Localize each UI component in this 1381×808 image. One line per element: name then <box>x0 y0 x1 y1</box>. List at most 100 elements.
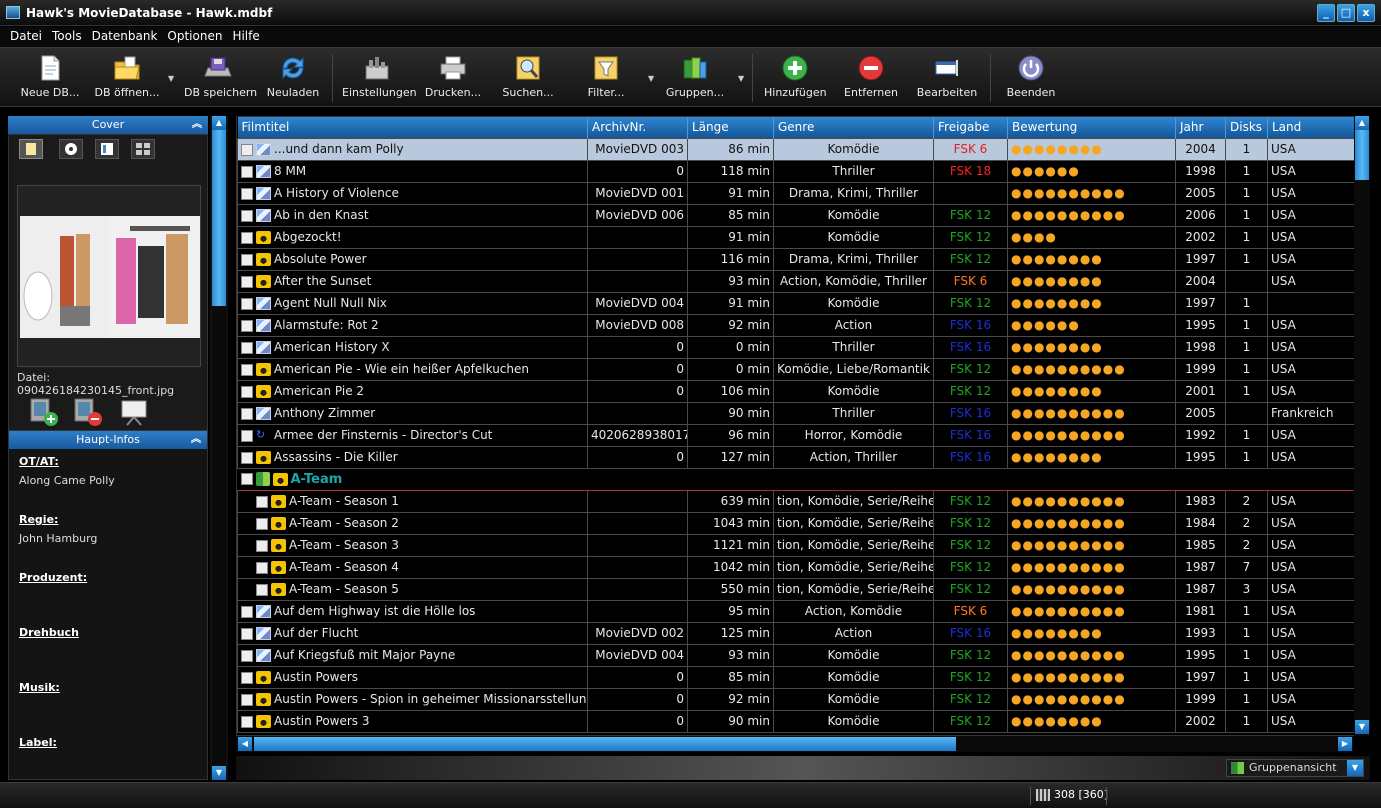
row-checkbox[interactable] <box>241 275 253 288</box>
row-checkbox[interactable] <box>241 627 253 640</box>
table-row[interactable]: Agent Null Null Nix MovieDVD 004 91 min Kom… <box>237 291 1356 315</box>
table-row[interactable]: Austin Powers 0 85 min Komödie FSK 12 ●●●●●●●… <box>237 665 1356 689</box>
scroll-up-icon[interactable]: ▲ <box>212 116 226 130</box>
scroll-up-icon[interactable]: ▲ <box>1355 116 1369 130</box>
cover-disc-tab[interactable] <box>59 139 83 159</box>
table-row[interactable]: Austin Powers - Spion in geheimer Missio… <box>237 687 1356 711</box>
col-header-genre[interactable]: Genre <box>773 117 934 138</box>
row-checkbox[interactable] <box>241 231 253 244</box>
row-checkbox[interactable] <box>241 385 253 398</box>
grid-horizontal-scrollbar[interactable]: ◀ ▶ <box>236 736 1354 752</box>
collapse-chevron-icon[interactable]: ︽ <box>191 431 201 449</box>
scroll-down-icon[interactable]: ▼ <box>1355 720 1369 734</box>
table-row[interactable]: ↻ Armee der Finsternis - Director's Cut 40… <box>237 423 1356 447</box>
row-checkbox[interactable] <box>241 165 253 178</box>
table-row[interactable]: 8 MM 0 118 min Thriller FSK 18 ●●●●●● 1998 1 USA <box>237 159 1356 183</box>
row-checkbox[interactable] <box>256 561 268 574</box>
remove-cover-button[interactable] <box>73 397 103 427</box>
add-cover-button[interactable] <box>29 397 59 427</box>
col-header-disks[interactable]: Disks <box>1225 117 1268 138</box>
table-row[interactable]: Abgezockt! 91 min Komödie FSK 12 ●●●● 2002 1 US… <box>237 225 1356 249</box>
view-mode-select[interactable]: Gruppenansicht ▼ <box>1226 759 1364 777</box>
print-button[interactable]: Drucken... <box>424 54 482 104</box>
row-checkbox[interactable] <box>241 297 253 310</box>
row-checkbox[interactable] <box>256 539 268 552</box>
groups-dropdown-icon[interactable]: ▼ <box>738 74 744 83</box>
row-checkbox[interactable] <box>241 209 253 222</box>
table-row[interactable]: American Pie - Wie ein heißer Apfelkuche… <box>237 357 1356 381</box>
open-db-button[interactable]: DB öffnen... <box>94 54 160 104</box>
row-checkbox[interactable] <box>241 187 253 200</box>
slideshow-button[interactable] <box>119 397 149 427</box>
filter-dropdown-icon[interactable]: ▼ <box>648 74 654 83</box>
row-checkbox[interactable] <box>241 715 253 728</box>
scroll-left-icon[interactable]: ◀ <box>238 737 252 751</box>
table-row[interactable]: Ab in den Knast MovieDVD 006 85 min Komödie… <box>237 203 1356 227</box>
table-row[interactable]: Assassins - Die Killer 0 127 min Action, Th… <box>237 445 1356 469</box>
table-row[interactable]: A-Team - Season 1 639 min tion, Komödie, S… <box>237 489 1356 513</box>
table-row[interactable]: Absolute Power 116 min Drama, Krimi, Thril… <box>237 247 1356 271</box>
table-row[interactable]: Auf der Flucht MovieDVD 002 125 min Action F… <box>237 621 1356 645</box>
cover-grid-tab[interactable] <box>131 139 155 159</box>
row-checkbox[interactable] <box>241 605 253 618</box>
table-row[interactable]: American History X 00 min Thriller FSK 16 ●●… <box>237 335 1356 359</box>
groups-button[interactable]: Gruppen... <box>664 54 726 104</box>
col-header-archiv[interactable]: ArchivNr. <box>587 117 688 138</box>
row-checkbox[interactable] <box>241 143 253 156</box>
cover-panel-header[interactable]: Cover ︽ <box>8 116 208 134</box>
col-header-title[interactable]: Filmtitel <box>237 117 588 138</box>
new-db-button[interactable]: Neue DB... <box>20 54 80 104</box>
minimize-button[interactable]: _ <box>1317 4 1335 22</box>
cover-front-tab[interactable] <box>19 139 43 159</box>
row-checkbox[interactable] <box>241 341 253 354</box>
table-row[interactable]: After the Sunset 93 min Action, Komödie, T… <box>237 269 1356 293</box>
main-info-header[interactable]: Haupt-Infos ︽ <box>9 431 207 449</box>
row-checkbox[interactable] <box>256 583 268 596</box>
close-button[interactable]: x <box>1357 4 1375 22</box>
open-db-dropdown-icon[interactable]: ▼ <box>168 74 174 83</box>
menu-datei[interactable]: Datei <box>0 27 47 45</box>
menu-hilfe[interactable]: Hilfe <box>227 27 264 45</box>
left-panel-scrollbar[interactable]: ▲ ▼ <box>210 116 228 780</box>
scroll-right-icon[interactable]: ▶ <box>1338 737 1352 751</box>
group-row[interactable]: A-Team <box>237 467 1356 491</box>
row-checkbox[interactable] <box>240 473 253 485</box>
table-row[interactable]: A-Team - Season 5 550 min tion, Komödie, S… <box>237 577 1356 601</box>
row-checkbox[interactable] <box>241 451 253 464</box>
menu-datenbank[interactable]: Datenbank <box>87 27 163 45</box>
menu-optionen[interactable]: Optionen <box>162 27 227 45</box>
table-row[interactable]: Anthony Zimmer 90 min Thriller FSK 16 ●●●●●●… <box>237 401 1356 425</box>
add-button[interactable]: Hinzufügen <box>764 54 827 104</box>
row-checkbox[interactable] <box>241 319 253 332</box>
cover-back-tab[interactable] <box>95 139 119 159</box>
col-header-country[interactable]: Land <box>1267 117 1356 138</box>
table-row[interactable]: American Pie 2 0 106 min Komödie FSK 12 ●●●●●… <box>237 379 1356 403</box>
save-db-button[interactable]: DB speichern <box>184 54 257 104</box>
scroll-thumb[interactable] <box>212 130 226 306</box>
quit-button[interactable]: Beenden <box>1004 54 1058 104</box>
table-row[interactable]: A-Team - Season 2 1043 min tion, Komödie, … <box>237 511 1356 535</box>
col-header-rating[interactable]: Bewertung <box>1007 117 1176 138</box>
row-checkbox[interactable] <box>256 517 268 530</box>
row-checkbox[interactable] <box>256 495 268 508</box>
table-row[interactable]: A-Team - Season 3 1121 min tion, Komödie, … <box>237 533 1356 557</box>
row-checkbox[interactable] <box>241 363 253 376</box>
settings-button[interactable]: Einstellungen <box>342 54 417 104</box>
scroll-down-icon[interactable]: ▼ <box>212 766 226 780</box>
row-checkbox[interactable] <box>241 429 253 442</box>
edit-button[interactable]: Bearbeiten <box>916 54 978 104</box>
remove-button[interactable]: Entfernen <box>842 54 900 104</box>
row-checkbox[interactable] <box>241 649 253 662</box>
table-row[interactable]: Auf Kriegsfuß mit Major Payne MovieDVD 00… <box>237 643 1356 667</box>
collapse-chevron-icon[interactable]: ︽ <box>192 116 202 134</box>
table-row[interactable]: ...und dann kam Polly MovieDVD 003 86 min K… <box>237 137 1356 161</box>
row-checkbox[interactable] <box>241 253 253 266</box>
table-row[interactable]: Auf dem Highway ist die Hölle los 95 min A… <box>237 599 1356 623</box>
menu-tools[interactable]: Tools <box>47 27 87 45</box>
table-row[interactable]: A History of Violence MovieDVD 001 91 min D… <box>237 181 1356 205</box>
scroll-thumb[interactable] <box>1355 130 1369 180</box>
col-header-rating-age[interactable]: Freigabe <box>933 117 1008 138</box>
row-checkbox[interactable] <box>241 671 253 684</box>
chevron-down-icon[interactable]: ▼ <box>1347 760 1363 776</box>
search-button[interactable]: Suchen... <box>502 54 554 104</box>
